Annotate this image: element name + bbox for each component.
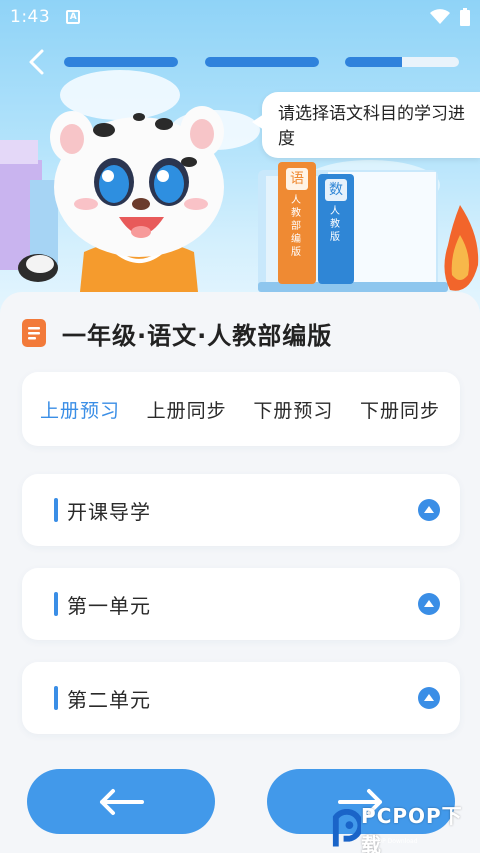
book-math: 数 人教版 [318,174,354,284]
tab-lower-sync[interactable]: 下册同步 [360,396,440,423]
mascot-character [50,106,224,302]
tab-upper-sync[interactable]: 上册同步 [147,396,227,423]
book-scene: 语 人教部编版 数 人教版 [258,162,448,298]
unit-label: 第二单元 [67,687,151,712]
selection-header: 一年级·语文·人教部编版 [22,318,333,350]
hero-banner: 1:43 A 请选择语文科目的学习进度 语 人教部编版 数 人教版 [0,0,480,320]
unit-item-intro[interactable]: 开课导学 [22,474,460,546]
unit-item-2[interactable]: 第二单元 [22,662,460,734]
selection-title: 一年级·语文·人教部编版 [62,321,333,350]
book-math-char: 数 [325,179,347,201]
status-time: 1:43 [10,7,51,27]
unit-label: 开课导学 [67,499,151,524]
progress-step-1 [64,57,178,67]
unit-marker [54,592,58,616]
term-tabs: 上册预习 上册同步 下册预习 下册同步 [22,372,460,446]
unit-label: 第一单元 [67,593,151,618]
progress-step-2 [205,57,319,67]
book-chinese: 语 人教部编版 [278,162,316,284]
a-icon: A [66,10,81,24]
chevron-left-icon[interactable] [24,48,52,76]
book-chinese-char: 语 [286,168,308,190]
unit-item-1[interactable]: 第一单元 [22,568,460,640]
tab-lower-preview[interactable]: 下册预习 [253,396,333,423]
book-math-edition: 人教版 [330,206,340,243]
arrow-left-icon [100,788,144,815]
prev-button[interactable] [27,769,215,834]
battery-icon [460,8,470,26]
unit-marker [54,498,58,522]
watermark-subtext: PCPOP Download [366,838,418,845]
tab-upper-preview[interactable]: 上册预习 [40,396,120,423]
flame-decoration [444,205,479,291]
watermark: PCPOP下载 PCPOP Download [330,804,480,853]
document-icon [22,319,46,347]
pcpop-logo-icon [332,809,362,847]
caret-up-circle-icon[interactable] [418,687,440,709]
progress-step-3 [345,57,459,67]
wifi-icon [430,9,450,24]
speech-bubble: 请选择语文科目的学习进度 [252,92,480,158]
status-bar: 1:43 A [0,0,480,34]
unit-marker [54,686,58,710]
book-chinese-edition: 人教部编版 [291,195,301,258]
caret-up-circle-icon[interactable] [418,593,440,615]
caret-up-circle-icon[interactable] [418,499,440,521]
watermark-text: PCPOP下载 [361,804,463,853]
